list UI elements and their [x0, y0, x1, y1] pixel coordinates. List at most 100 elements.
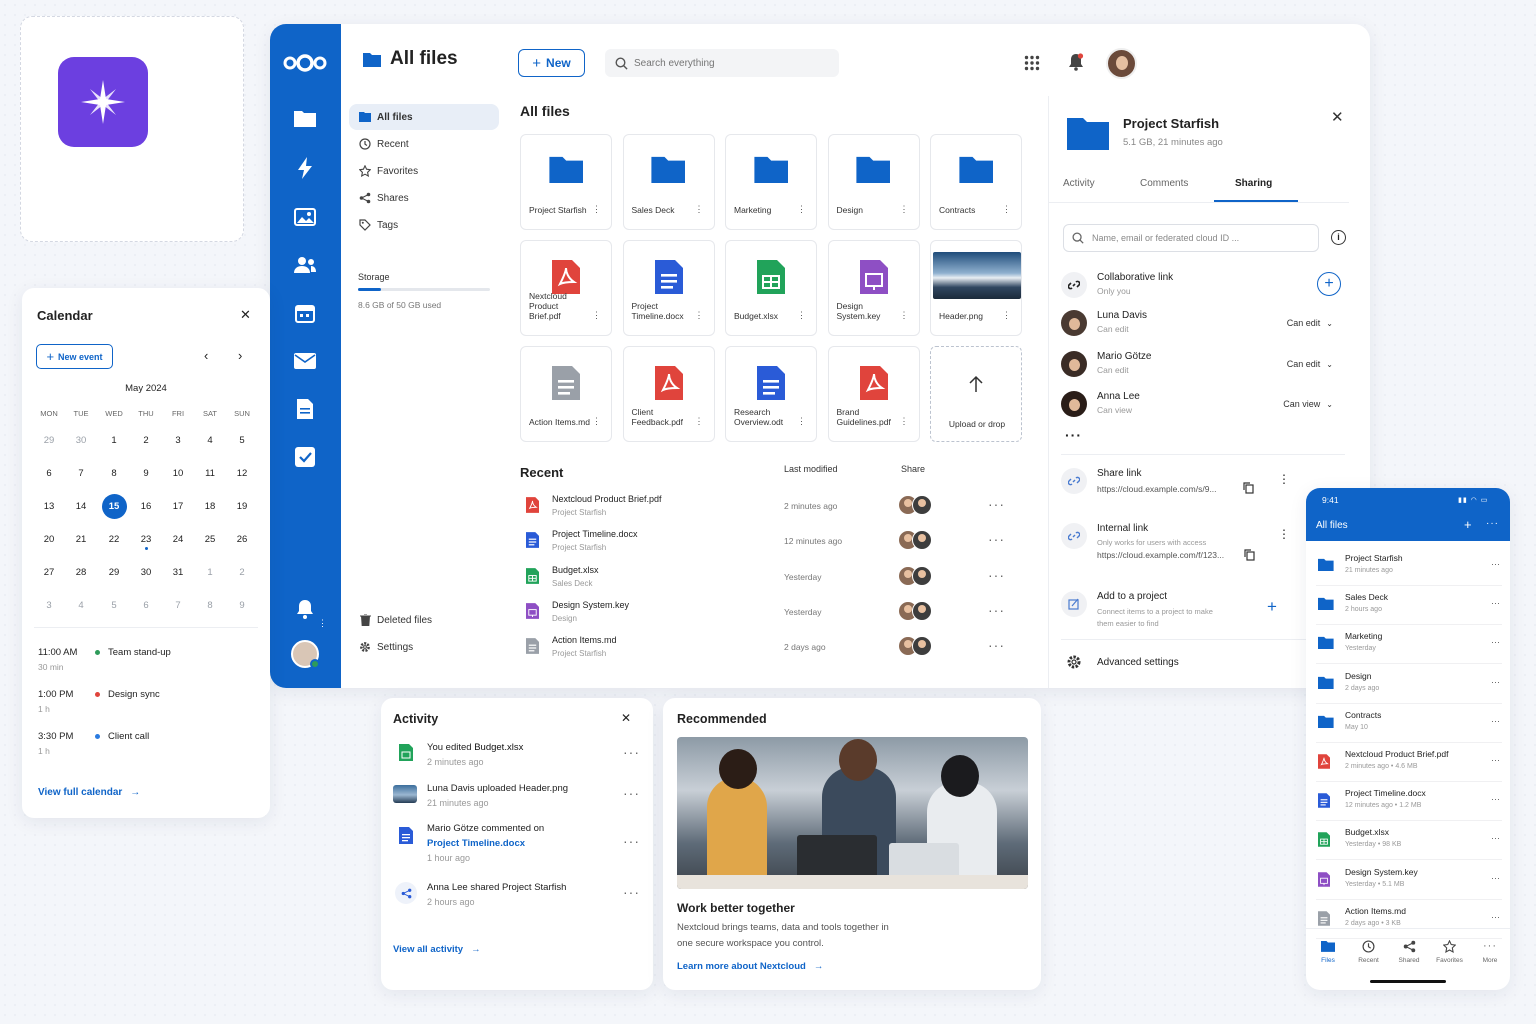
calendar-day[interactable]: 4 — [70, 600, 92, 611]
mobile-nav-favorites[interactable]: Favorites — [1430, 940, 1470, 964]
row-menu-icon[interactable]: ··· — [1491, 794, 1500, 804]
recent-row[interactable]: Nextcloud Product Brief.pdf Project Star… — [520, 491, 1020, 525]
calendar-day[interactable]: 31 — [167, 567, 189, 578]
view-all-activity-link[interactable]: View all activity → — [393, 944, 481, 955]
calendar-day[interactable]: 5 — [231, 435, 253, 446]
calendar-day[interactable]: 30 — [135, 567, 157, 578]
tab-activity[interactable]: Activity — [1063, 178, 1095, 189]
internal-link-row[interactable]: Internal link Only works for users with … — [1061, 523, 1341, 563]
user-avatar[interactable] — [291, 640, 320, 669]
sidebar-item-all-files[interactable]: All files — [349, 104, 499, 130]
upload-drop-zone[interactable]: Upload or drop — [930, 346, 1022, 442]
file-tile[interactable]: Header.png ⋮ — [930, 240, 1022, 336]
calendar-day[interactable]: 21 — [70, 534, 92, 545]
calendar-event[interactable]: 1:00 PM 1 h Design sync — [38, 689, 258, 723]
photos-app-icon[interactable] — [292, 204, 318, 230]
calendar-day-today[interactable]: 15 — [101, 494, 127, 519]
mobile-file-row[interactable]: Project Starfish 21 minutes ago ··· — [1316, 548, 1502, 586]
files-app-icon[interactable] — [292, 105, 318, 131]
column-share[interactable]: Share — [901, 464, 925, 474]
file-tile[interactable]: Nextcloud Product Brief.pdf ⋮ — [520, 240, 612, 336]
mobile-file-row[interactable]: Marketing Yesterday ··· — [1316, 626, 1502, 665]
calendar-day[interactable]: 18 — [199, 501, 221, 512]
view-full-calendar-link[interactable]: View full calendar → — [38, 787, 140, 798]
row-menu-icon[interactable]: ··· — [1491, 912, 1500, 922]
calendar-day[interactable]: 14 — [70, 501, 92, 512]
activity-app-icon[interactable] — [292, 155, 318, 181]
permission-dropdown[interactable]: Can edit ⌄ — [1287, 318, 1333, 328]
calendar-day[interactable]: 29 — [38, 435, 60, 446]
search-box[interactable] — [605, 49, 839, 77]
tile-menu-icon[interactable]: ⋮ — [1002, 310, 1011, 321]
sidebar-item-deleted-files[interactable]: Deleted files — [349, 607, 499, 633]
shared-person-row[interactable]: Anna Lee Can view Can view ⌄ — [1061, 391, 1341, 421]
search-input[interactable] — [634, 57, 814, 69]
tile-menu-icon[interactable]: ⋮ — [900, 204, 909, 215]
mail-app-icon[interactable] — [292, 348, 318, 374]
tasks-app-icon[interactable] — [292, 444, 318, 470]
file-tile[interactable]: Sales Deck ⋮ — [622, 134, 715, 230]
calendar-day[interactable]: 5 — [103, 600, 125, 611]
calendar-day[interactable]: 13 — [38, 501, 60, 512]
calendar-day[interactable]: 26 — [231, 534, 253, 545]
advanced-settings-row[interactable]: Advanced settings — [1061, 652, 1341, 678]
calendar-day[interactable]: 7 — [70, 468, 92, 479]
calendar-day[interactable]: 8 — [199, 600, 221, 611]
tile-menu-icon[interactable]: ⋮ — [1002, 204, 1011, 215]
file-tile[interactable]: Brand Guidelines.pdf ⋮ — [827, 346, 920, 442]
calendar-day[interactable]: 3 — [167, 435, 189, 446]
permission-dropdown[interactable]: Can view ⌄ — [1283, 399, 1333, 409]
close-icon[interactable]: ✕ — [240, 307, 251, 323]
tile-menu-icon[interactable]: ⋮ — [695, 204, 704, 215]
file-tile[interactable]: Project Timeline.docx ⋮ — [622, 240, 715, 336]
calendar-day[interactable]: 17 — [167, 501, 189, 512]
mobile-file-row[interactable]: Nextcloud Product Brief.pdf 2 minutes ag… — [1316, 744, 1502, 782]
mobile-file-row[interactable]: Action Items.md 2 days ago • 3 KB ··· — [1316, 901, 1502, 939]
recent-row[interactable]: Project Timeline.docx Project Starfish 1… — [520, 526, 1020, 560]
calendar-day[interactable]: 30 — [70, 435, 92, 446]
tile-menu-icon[interactable]: ⋮ — [592, 204, 601, 215]
tab-comments[interactable]: Comments — [1140, 178, 1188, 189]
calendar-day[interactable]: 22 — [103, 534, 125, 545]
item-menu-icon[interactable]: ··· — [623, 884, 640, 900]
file-tile[interactable]: Research Overview.odt ⋮ — [725, 346, 817, 442]
row-menu-icon[interactable]: ··· — [1491, 559, 1500, 569]
add-project-button[interactable]: + — [1267, 597, 1277, 617]
file-tile[interactable]: Design ⋮ — [827, 134, 920, 230]
item-menu-icon[interactable]: ··· — [623, 833, 640, 849]
calendar-day[interactable]: 28 — [70, 567, 92, 578]
calendar-day[interactable]: 6 — [38, 468, 60, 479]
mobile-nav-more[interactable]: ··· More — [1470, 940, 1510, 964]
sidebar-item-settings[interactable]: Settings — [349, 634, 499, 660]
calendar-day[interactable]: 3 — [38, 600, 60, 611]
add-link-button[interactable]: + — [1317, 272, 1341, 296]
rail-more-icon[interactable]: ⋮ — [318, 618, 327, 629]
tile-menu-icon[interactable]: ⋮ — [695, 310, 704, 321]
mobile-nav-recent[interactable]: Recent — [1349, 940, 1389, 964]
prev-month-icon[interactable]: ‹ — [204, 348, 208, 363]
tile-menu-icon[interactable]: ⋮ — [900, 416, 909, 427]
column-last-modified[interactable]: Last modified — [784, 464, 838, 474]
share-link-menu-icon[interactable]: ⋮ — [1278, 472, 1290, 486]
calendar-day[interactable]: 24 — [167, 534, 189, 545]
new-button[interactable]: + New — [518, 49, 585, 77]
close-icon[interactable]: ✕ — [1331, 108, 1344, 126]
profile-avatar[interactable] — [1106, 48, 1137, 79]
calendar-day[interactable]: 25 — [199, 534, 221, 545]
calendar-day[interactable]: 23 — [135, 534, 157, 545]
mobile-file-row[interactable]: Project Timeline.docx 12 minutes ago • 1… — [1316, 783, 1502, 822]
item-menu-icon[interactable]: ··· — [623, 744, 640, 760]
mobile-nav-files[interactable]: Files — [1308, 940, 1348, 964]
calendar-day[interactable]: 10 — [167, 468, 189, 479]
mobile-file-row[interactable]: Sales Deck 2 hours ago ··· — [1316, 587, 1502, 626]
tab-sharing[interactable]: Sharing — [1235, 178, 1272, 189]
file-tile[interactable]: Budget.xlsx ⋮ — [725, 240, 817, 336]
row-menu-icon[interactable]: ··· — [988, 637, 1005, 653]
calendar-event[interactable]: 3:30 PM 1 h Client call — [38, 731, 258, 765]
row-menu-icon[interactable]: ··· — [988, 531, 1005, 547]
row-menu-icon[interactable]: ··· — [1491, 833, 1500, 843]
sidebar-item-recent[interactable]: Recent — [349, 131, 499, 157]
calendar-day[interactable]: 2 — [135, 435, 157, 446]
notes-app-icon[interactable] — [292, 396, 318, 422]
info-icon[interactable]: i — [1331, 230, 1346, 245]
